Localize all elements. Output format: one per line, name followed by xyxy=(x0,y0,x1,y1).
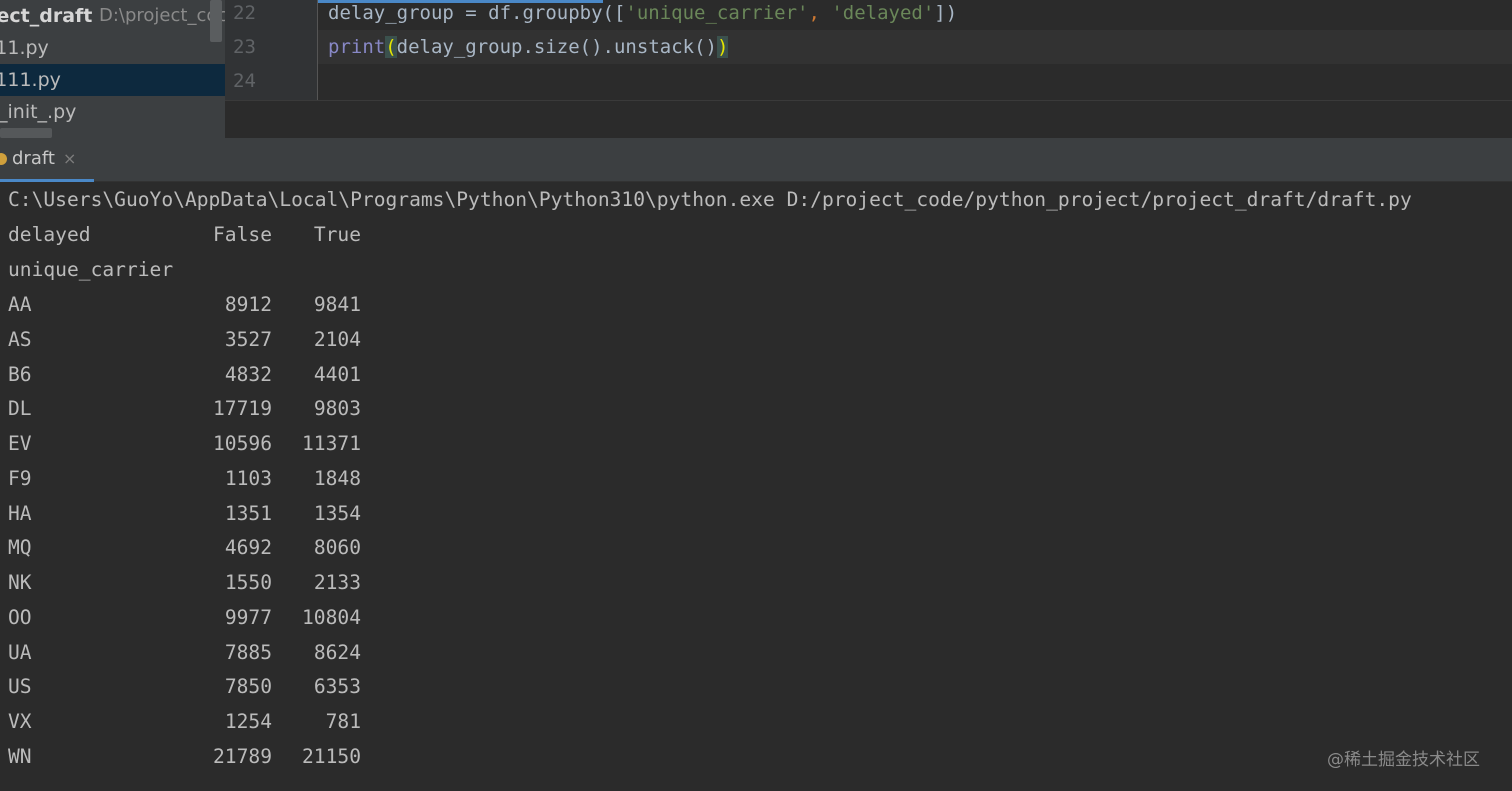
tree-item-label: l11.py xyxy=(0,37,49,59)
df-row-carrier: F9 xyxy=(8,466,32,490)
code-token: ]) xyxy=(934,2,958,24)
df-row-true-count: 1848 xyxy=(313,466,361,490)
code-token: ( xyxy=(385,36,397,58)
df-row-true-count: 2133 xyxy=(313,571,361,594)
df-row-carrier: HA xyxy=(8,501,32,525)
df-row-carrier: WN xyxy=(8,744,32,768)
line-number: 23 xyxy=(233,36,256,58)
project-root-name: ject_draft xyxy=(0,5,93,27)
top-area: ject_draft D:\project_coc l11.py l111.py… xyxy=(0,0,1512,138)
project-root-path: D:\project_coc xyxy=(99,5,225,26)
tree-item-label: _init_.py xyxy=(0,101,77,123)
gutter-divider xyxy=(317,0,318,100)
project-root-item[interactable]: ject_draft D:\project_coc xyxy=(0,0,225,32)
df-row-carrier: NK xyxy=(8,571,32,594)
console-command-line: C:\Users\GuoYo\AppData\Local\Programs\Py… xyxy=(8,188,1412,211)
df-row-false-count: 1254 xyxy=(224,710,272,733)
run-console-output[interactable]: C:\Users\GuoYo\AppData\Local\Programs\Py… xyxy=(0,182,1512,791)
df-row-true-count: 2104 xyxy=(313,327,361,351)
df-row-carrier: AA xyxy=(8,293,32,316)
df-row-true-count: 8060 xyxy=(313,536,361,560)
code-editor[interactable]: 22 23 24 delay_group = df.groupby(['uniq… xyxy=(225,0,1512,100)
code-token: print xyxy=(328,36,386,58)
project-panel-hscrollbar[interactable] xyxy=(0,128,52,138)
df-row-false-count: 17719 xyxy=(213,397,272,421)
tree-item-file[interactable]: l11.py xyxy=(0,32,225,64)
line-number: 24 xyxy=(233,70,256,92)
code-token: 'delayed' xyxy=(831,2,935,24)
df-column-header-false: False xyxy=(213,223,272,246)
df-columns-name: delayed xyxy=(8,223,91,246)
python-run-icon xyxy=(0,153,7,165)
df-row-false-count: 7850 xyxy=(224,675,272,699)
df-row-carrier: EV xyxy=(8,432,32,455)
code-token: delay_group.size().unstack() xyxy=(396,36,717,58)
df-row-carrier: US xyxy=(8,675,32,699)
df-row-true-count: 21150 xyxy=(302,744,361,768)
df-row-carrier: VX xyxy=(8,710,32,733)
df-row-carrier: DL xyxy=(8,397,32,421)
run-tool-window-header: draft × xyxy=(0,138,1512,182)
project-tree-panel: ject_draft D:\project_coc l11.py l111.py… xyxy=(0,0,225,138)
code-token: delay_group = df.groupby([ xyxy=(328,2,626,24)
code-line-22[interactable]: delay_group = df.groupby(['unique_carrie… xyxy=(328,2,957,24)
watermark: @稀土掘金技术社区 xyxy=(1327,750,1480,770)
tree-item-file[interactable]: _init_.py xyxy=(0,96,225,128)
df-row-true-count: 1354 xyxy=(313,501,361,525)
df-row-carrier: B6 xyxy=(8,362,32,386)
df-row-false-count: 4832 xyxy=(224,362,272,386)
df-column-header-true: True xyxy=(313,223,361,246)
code-token: ) xyxy=(716,36,729,58)
df-row-true-count: 6353 xyxy=(313,675,361,699)
project-panel-scrollbar[interactable] xyxy=(210,0,222,42)
run-tab-label: draft xyxy=(12,148,55,169)
df-row-carrier: AS xyxy=(8,327,32,351)
line-number: 22 xyxy=(233,2,256,24)
editor-gutter: 22 23 24 xyxy=(225,0,318,100)
df-row-true-count: 8624 xyxy=(313,640,361,664)
ide-window: ject_draft D:\project_coc l11.py l111.py… xyxy=(0,0,1512,791)
editor-bottom-area xyxy=(225,100,1512,138)
df-row-false-count: 21789 xyxy=(213,744,272,768)
df-row-true-count: 781 xyxy=(325,710,361,733)
df-row-false-count: 7885 xyxy=(224,640,272,664)
df-row-carrier: MQ xyxy=(8,536,32,560)
df-row-true-count: 10804 xyxy=(302,605,361,629)
df-row-false-count: 1351 xyxy=(224,501,272,525)
df-row-true-count: 9803 xyxy=(313,397,361,421)
df-row-false-count: 9977 xyxy=(224,605,272,629)
df-row-false-count: 3527 xyxy=(224,327,272,351)
df-row-true-count: 9841 xyxy=(313,293,361,316)
df-row-true-count: 11371 xyxy=(302,432,361,455)
tree-item-label: l111.py xyxy=(0,69,61,91)
df-row-false-count: 1550 xyxy=(224,571,272,594)
code-token: , xyxy=(808,2,832,24)
df-row-carrier: OO xyxy=(8,605,32,629)
df-row-carrier: UA xyxy=(8,640,32,664)
df-row-false-count: 10596 xyxy=(213,432,272,455)
code-token: 'unique_carrier' xyxy=(625,2,809,24)
tree-item-file-selected[interactable]: l111.py xyxy=(0,64,225,96)
close-icon[interactable]: × xyxy=(63,149,76,168)
code-line-23[interactable]: print(delay_group.size().unstack()) xyxy=(328,36,729,58)
df-index-name: unique_carrier xyxy=(8,258,174,281)
df-row-true-count: 4401 xyxy=(313,362,361,386)
df-row-false-count: 8912 xyxy=(224,293,272,316)
run-tab-draft[interactable]: draft × xyxy=(0,138,94,182)
df-row-false-count: 1103 xyxy=(224,466,272,490)
df-row-false-count: 4692 xyxy=(224,536,272,560)
